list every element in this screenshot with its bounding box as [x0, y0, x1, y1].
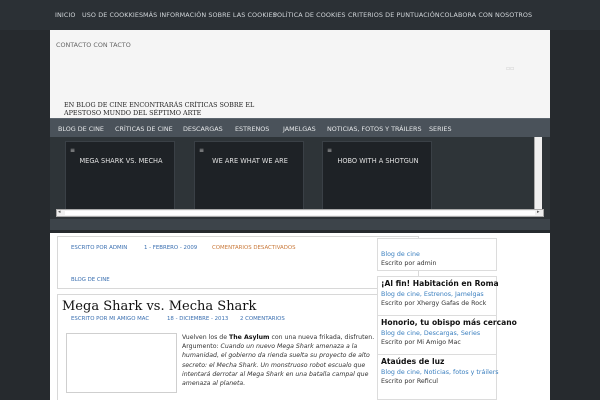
sidebar-post-widget: Ataúdes de luz Blog de cine, Noticias, f… — [377, 354, 499, 400]
post-card: Mega Shark vs. Mecha Shark ESCRITO POR M… — [57, 294, 419, 400]
widget-author: Escrito por Mi Amigo Mac — [381, 339, 461, 346]
slide-title[interactable]: MEGA SHARK VS. MECHA — [66, 157, 176, 165]
site-tagline: EN BLOG DE CINE ENCONTRARÁS CRÍTICAS SOB… — [64, 101, 255, 117]
widget-author: Escrito por admin — [381, 260, 437, 267]
widget-post-title[interactable]: Ataúdes de luz — [381, 357, 444, 366]
widget-categories[interactable]: Blog de cine, Estrenos, Jamelgas — [381, 291, 484, 298]
cat-blog-de-cine[interactable]: BLOG DE CINE — [58, 125, 104, 133]
excerpt-bold: The Asylum — [229, 334, 270, 341]
slider-footer-bar — [50, 219, 550, 230]
slide-title[interactable]: WE ARE WHAT WE ARE — [195, 157, 305, 165]
post-date: 18 - DICIEMBRE - 2013 — [167, 316, 229, 322]
slide-title[interactable]: HOBO WITH A SHOTGUN — [323, 157, 433, 165]
post-excerpt: Vuelven los de The Asylum con una nueva … — [182, 334, 375, 388]
menu-icon: ≡ — [327, 147, 333, 154]
horizontal-scrollbar[interactable]: ◂ ▸ — [56, 209, 544, 217]
post-date: 1 - FEBRERO - 2009 — [144, 245, 198, 251]
rss-icon[interactable]: ▫▫ — [506, 65, 514, 72]
scroll-right-icon[interactable]: ▸ — [537, 209, 540, 215]
slide-item[interactable]: ≡ WE ARE WHAT WE ARE — [194, 141, 304, 213]
scroll-left-icon[interactable]: ◂ — [58, 209, 61, 215]
scrollbar-thumb[interactable] — [65, 211, 535, 215]
widget-categories[interactable]: Blog de cine — [381, 251, 420, 258]
cat-series[interactable]: SERIES — [429, 125, 452, 133]
menu-icon: ≡ — [199, 147, 205, 154]
nav-uso-cookies[interactable]: USO DE COOKKIES — [82, 11, 143, 19]
widget-post-title[interactable]: Honorio, tu obispo más cercano — [381, 318, 517, 327]
nav-colabora[interactable]: COLABORA CON NOSOTROS — [440, 11, 532, 19]
slide-item[interactable]: ≡ HOBO WITH A SHOTGUN — [322, 141, 432, 213]
category-navigation: BLOG DE CINE CRÍTICAS DE CINE DESCARGAS … — [50, 118, 550, 137]
nav-contacto[interactable]: CONTACTO CON TACTO — [56, 41, 131, 49]
vertical-scrollbar[interactable] — [534, 137, 542, 209]
menu-icon: ≡ — [70, 147, 76, 154]
post-author[interactable]: ESCRITO POR MI AMIGO MAC — [71, 316, 149, 322]
nav-politica-cookies[interactable]: POLÍTICA DE COOKIES — [273, 11, 346, 19]
post-comments[interactable]: COMENTARIOS DESACTIVADOS — [212, 245, 296, 251]
widget-author: Escrito por Xhergy Gafas de Rock — [381, 300, 487, 307]
widget-categories[interactable]: Blog de cine, Descargas, Series — [381, 330, 480, 337]
post-author[interactable]: ESCRITO POR ADMIN — [71, 245, 127, 251]
cat-noticias[interactable]: NOTICIAS, FOTOS Y TRÁILERS — [327, 125, 422, 133]
site-header: CONTACTO CON TACTO ▫▫ EN BLOG DE CINE EN… — [50, 30, 550, 118]
featured-slider: ≡ MEGA SHARK VS. MECHA ≡ WE ARE WHAT WE … — [50, 137, 550, 230]
nav-mas-info-cookies[interactable]: MÁS INFORMACIÓN SOBRE LAS COOKIES — [143, 11, 277, 19]
top-navigation: INICIO USO DE COOKKIES MÁS INFORMACIÓN S… — [0, 0, 600, 30]
widget-categories[interactable]: Blog de cine, Noticias, fotos y tráilers — [381, 369, 499, 376]
cat-jamelgas[interactable]: JAMELGAS — [283, 125, 316, 133]
cat-criticas-de-cine[interactable]: CRÍTICAS DE CINE — [115, 125, 173, 133]
post-title[interactable]: Mega Shark vs. Mecha Shark — [62, 299, 256, 314]
post-category[interactable]: BLOG DE CINE — [71, 277, 110, 283]
widget-post-title[interactable]: ¡Al fin! Habitación en Roma — [381, 279, 499, 288]
slide-item[interactable]: ≡ MEGA SHARK VS. MECHA — [65, 141, 175, 213]
nav-criterios-puntuacion[interactable]: CRITERIOS DE PUNTUACIÓN — [348, 11, 440, 19]
widget-author: Escrito por Reficul — [381, 378, 438, 385]
cat-estrenos[interactable]: ESTRENOS — [235, 125, 269, 133]
post-thumbnail[interactable] — [66, 333, 177, 393]
post-card: ESCRITO POR ADMIN 1 - FEBRERO - 2009 COM… — [57, 236, 419, 289]
sidebar-post-widget: ¡Al fin! Habitación en Roma Blog de cine… — [377, 276, 499, 316]
post-comments[interactable]: 2 COMENTARIOS — [240, 316, 285, 322]
sidebar-post-widget: Honorio, tu obispo más cercano Blog de c… — [377, 315, 517, 355]
sidebar-post-widget: Blog de cine Escrito por admin — [377, 238, 497, 271]
nav-inicio[interactable]: INICIO — [55, 11, 76, 19]
cat-descargas[interactable]: DESCARGAS — [183, 125, 223, 133]
